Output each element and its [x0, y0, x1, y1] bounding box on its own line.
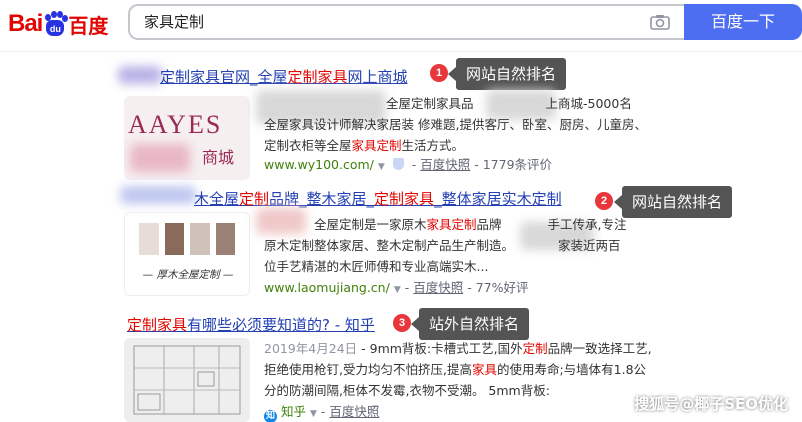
result-1-meta: - 1779条评价	[474, 157, 553, 172]
result-1-title-suffix: 网上商城	[347, 68, 408, 86]
result-2-title-highlight: 定制家具	[374, 190, 435, 208]
logo-bai-text: Bai	[8, 10, 43, 37]
result-3-title-highlight: 定制家具	[127, 316, 188, 334]
snippet-text: 生活方式。	[401, 138, 465, 153]
result-3-snapshot-link[interactable]: 百度快照	[329, 404, 379, 419]
blurred-region	[118, 66, 162, 84]
camera-icon[interactable]	[650, 14, 670, 30]
watermark: 搜狐号@椰子SEO优化	[634, 395, 788, 413]
snippet-text: 品牌	[476, 217, 502, 232]
result-2-thumbnail[interactable]: — 厚木全屋定制 —	[124, 212, 250, 296]
result-3-thumbnail[interactable]	[124, 338, 250, 422]
rank-label-3: 站外自然排名	[410, 308, 530, 340]
rank-badge-3: 3	[393, 314, 411, 332]
result-3-title[interactable]: 定制家具有哪些必须要知道的? - 知乎	[127, 314, 375, 335]
rank-badge-2: 2	[595, 192, 613, 210]
result-1-url-line: www.wy100.com/ ▼ - 百度快照 - 1779条评价	[264, 154, 552, 173]
thumb-1-brand: AAYES	[128, 110, 223, 139]
shield-icon	[392, 158, 404, 170]
snippet-line: 位手艺精湛的木匠师傅和专业高端实木...	[264, 259, 489, 274]
logo-du-text: du	[46, 20, 65, 36]
thumb-1-sub: 商城	[202, 148, 235, 167]
search-box[interactable]	[128, 4, 684, 40]
result-3-title-text: 有哪些必须要知道的? - 知乎	[187, 316, 375, 334]
snippet-text: - 9mm背板:卡槽式工艺,国外	[357, 341, 523, 356]
result-1-thumbnail[interactable]: AAYES 商城	[124, 96, 250, 180]
baidu-paw-icon: du	[43, 11, 69, 37]
search-input[interactable]	[144, 6, 624, 38]
result-2-title-text: 木全屋	[194, 190, 240, 208]
result-2-snippet: 全屋定制是一家原木家具定制品牌 手工传承,专注 原木定制整体家居、整木定制产品生产…	[264, 214, 664, 277]
snippet-line: 全屋定制家具品	[386, 96, 474, 111]
dropdown-arrow-icon[interactable]: ▼	[394, 285, 401, 295]
result-1-domain[interactable]: www.wy100.com/	[264, 157, 374, 172]
snippet-line-end: 上商城-5000名	[545, 96, 632, 111]
result-3-url-line: 知 知乎 ▼ - 百度快照	[264, 401, 379, 422]
result-3-snippet: 2019年4月24日 - 9mm背板:卡槽式工艺,国外定制品牌一致选择工艺, 拒…	[264, 338, 684, 401]
result-2-domain[interactable]: www.laomujiang.cn/	[264, 280, 390, 295]
result-1-snippet: 全屋定制家具品 上商城-5000名 全屋家具设计师解决家居装 修难题,提供客厅、卧…	[264, 93, 664, 156]
result-1-title-highlight: 定制家具	[287, 68, 348, 86]
snippet-text: 全屋定制是一家原木	[314, 217, 427, 232]
result-2-title-text: 品牌_整木家居_	[269, 190, 375, 208]
separator: -	[320, 404, 326, 419]
result-1-title[interactable]: 定制家具官网_全屋定制家具网上商城	[160, 66, 408, 87]
snippet-line-end: 家装近两百	[558, 238, 621, 253]
blurred-region	[130, 144, 190, 172]
rank-label-1: 网站自然排名	[447, 58, 567, 90]
separator: -	[411, 157, 417, 172]
snippet-line: 分的防潮间隔,柜体不发霉,衣物不受潮。 5mm背板:	[264, 383, 550, 398]
result-2-title[interactable]: 木全屋定制品牌_整木家居_定制家具_整体家居实木定制	[194, 188, 562, 209]
snippet-highlight: 家具定制	[351, 138, 402, 153]
result-3-date: 2019年4月24日	[264, 341, 358, 356]
snippet-highlight: 家具定制	[426, 217, 477, 232]
blurred-region	[120, 186, 196, 204]
result-1-title-text: 定制家具官网_全屋	[160, 68, 288, 86]
result-2-meta: - 77%好评	[467, 280, 529, 295]
rank-badge-1: 1	[430, 64, 448, 82]
dropdown-arrow-icon[interactable]: ▼	[378, 162, 385, 172]
cabinet-drawing-icon	[124, 338, 250, 422]
result-1-snapshot-link[interactable]: 百度快照	[420, 157, 470, 172]
zhihu-icon: 知	[264, 410, 277, 422]
search-button[interactable]: 百度一下	[684, 4, 802, 40]
result-2-title-highlight: 定制	[239, 190, 270, 208]
result-2-url-line: www.laomujiang.cn/ ▼ - 百度快照 - 77%好评	[264, 277, 529, 296]
snippet-line: 原木定制整体家居、整木定制产品生产制造。	[264, 238, 515, 253]
thumb-2-panels	[139, 223, 235, 255]
result-3-domain[interactable]: 知乎	[281, 404, 306, 419]
snippet-line-end: 手工传承,专注	[547, 217, 627, 232]
search-header: Bai du 百度 百度一下	[0, 0, 802, 52]
snippet-highlight: 家具	[471, 362, 497, 377]
snippet-highlight: 定制	[522, 341, 548, 356]
snippet-text: 品牌一致选择工艺,	[547, 341, 652, 356]
separator: -	[404, 280, 410, 295]
snippet-text: 定制衣柜等全屋	[264, 138, 352, 153]
thumb-2-caption: — 厚木全屋定制 —	[142, 269, 234, 281]
baidu-logo[interactable]: Bai du 百度	[8, 6, 108, 42]
snippet-text: 拒绝使用枪钉,受力均匀不怕挤压,提高	[264, 362, 472, 377]
logo-cn-text: 百度	[68, 13, 109, 38]
dropdown-arrow-icon[interactable]: ▼	[310, 409, 317, 419]
result-2-title-suffix: _整体家居实木定制	[434, 190, 562, 208]
result-2-snapshot-link[interactable]: 百度快照	[413, 280, 463, 295]
snippet-line: 全屋家具设计师解决家居装 修难题,提供客厅、卧室、厨房、儿童房、	[264, 117, 647, 132]
snippet-text: 的使用寿命;与墙体有1.8公	[496, 362, 647, 377]
